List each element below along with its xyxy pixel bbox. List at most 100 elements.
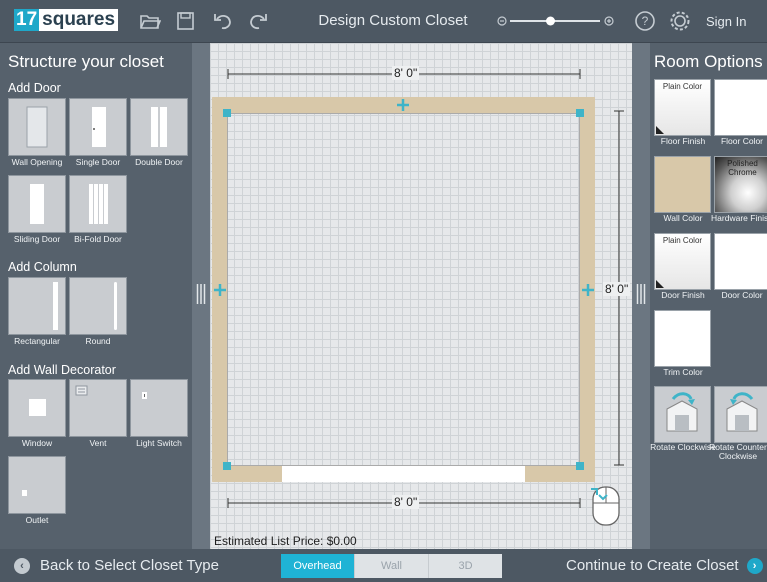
- tile-bi-fold-door[interactable]: Bi-Fold Door: [69, 175, 127, 244]
- rotate-clockwise-button[interactable]: [654, 386, 711, 443]
- panel-title: Structure your closet: [8, 52, 164, 71]
- rotate-clockwise-label: Rotate Clockwise: [650, 442, 716, 452]
- rectangular-column-icon: [53, 282, 58, 330]
- swatch-caption: Plain Color: [662, 236, 703, 245]
- tile-outlet[interactable]: Outlet: [8, 456, 66, 525]
- door-finish-label: Door Finish: [661, 290, 705, 300]
- door-color-label: Door Color: [721, 290, 763, 300]
- zoom-thumb: [546, 16, 555, 26]
- tile-light-switch[interactable]: Light Switch: [130, 379, 188, 448]
- tile-round-column[interactable]: Round: [69, 277, 127, 346]
- rotate-counter-clockwise-icon: [726, 392, 758, 432]
- wall-color-label: Wall Color: [663, 213, 703, 223]
- tile-label: Round: [85, 336, 111, 346]
- tile-vent[interactable]: Vent: [69, 379, 127, 448]
- light-switch-icon: [142, 392, 147, 399]
- right-wall-plus-icon[interactable]: [582, 284, 594, 296]
- section-add-door: Add Door: [8, 81, 61, 95]
- rotate-clockwise-icon: [666, 392, 698, 432]
- top-wall-plus-icon[interactable]: [397, 99, 409, 111]
- tile-double-door[interactable]: Double Door: [130, 98, 188, 167]
- tab-wall[interactable]: Wall: [354, 554, 428, 578]
- single-door-icon: [92, 107, 106, 147]
- trim-color-swatch[interactable]: [654, 310, 711, 367]
- logo-number: 17: [14, 9, 40, 31]
- logo[interactable]: 17 squares: [14, 9, 119, 31]
- room-floor: [227, 113, 580, 466]
- section-add-column: Add Column: [8, 260, 77, 274]
- svg-text:?: ?: [642, 14, 649, 28]
- floor-color-label: Floor Color: [720, 136, 764, 146]
- tile-window[interactable]: Window: [8, 379, 66, 448]
- page-title: Design Custom Closet: [318, 12, 468, 29]
- tile-wall-opening[interactable]: Wall Opening: [8, 98, 66, 167]
- sliding-door-icon: [30, 184, 44, 224]
- bottom-dimension-label: 8' 0": [392, 495, 420, 509]
- tile-single-door[interactable]: Single Door: [69, 98, 127, 167]
- mouse-rotate-icon: [591, 486, 620, 526]
- zoom-out-icon: [497, 16, 507, 26]
- tile-sliding-door[interactable]: Sliding Door: [8, 175, 66, 244]
- window-icon: [29, 399, 46, 416]
- floor-finish-swatch[interactable]: Plain Color: [654, 79, 711, 136]
- right-panel-handle-icon[interactable]: [636, 283, 646, 305]
- wall-opening[interactable]: [282, 466, 525, 482]
- zoom-slider[interactable]: [496, 14, 616, 28]
- trim-color-label: Trim Color: [663, 367, 703, 377]
- right-dimension-label: 8' 0": [603, 282, 631, 296]
- design-canvas[interactable]: 8' 0" 8' 0" 8' 0" Estimated List Price: …: [210, 43, 632, 549]
- bi-fold-door-icon: [89, 184, 108, 224]
- floor-finish-label: Floor Finish: [660, 136, 706, 146]
- tab-3d[interactable]: 3D: [428, 554, 502, 578]
- tile-label: Bi-Fold Door: [74, 234, 122, 244]
- settings-gear-icon[interactable]: [668, 10, 692, 32]
- left-wall-plus-icon[interactable]: [214, 284, 226, 296]
- hardware-finish-label: Hardware Finish: [711, 213, 767, 223]
- redo-icon[interactable]: [247, 11, 269, 31]
- open-folder-icon[interactable]: [139, 11, 161, 31]
- view-toggle: Overhead Wall 3D: [281, 554, 502, 578]
- door-finish-swatch[interactable]: Plain Color: [654, 233, 711, 290]
- hardware-finish-swatch[interactable]: Polished Chrome: [714, 156, 767, 213]
- outlet-icon: [22, 490, 27, 496]
- chevron-left-icon: ‹: [14, 557, 30, 574]
- tile-label: Double Door: [135, 157, 183, 167]
- tile-rectangular-column[interactable]: Rectangular: [8, 277, 66, 346]
- wall-color-swatch[interactable]: [654, 156, 711, 213]
- structure-panel: Structure your closet Add Door Wall Open…: [0, 43, 192, 549]
- tile-label: Outlet: [25, 515, 49, 525]
- tile-label: Light Switch: [136, 438, 182, 448]
- swatch-caption: Polished Chrome: [727, 159, 758, 177]
- help-icon[interactable]: ?: [633, 10, 657, 32]
- top-dimension-label: 8' 0": [392, 66, 420, 80]
- double-door-icon: [151, 107, 167, 147]
- sign-in-link[interactable]: Sign In: [706, 14, 746, 29]
- top-toolbar: 17 squares Design Custom Closet ? Sign I…: [0, 0, 767, 43]
- corner-node[interactable]: [576, 109, 584, 117]
- save-icon[interactable]: [175, 11, 197, 31]
- estimated-price: Estimated List Price: $0.00: [214, 534, 357, 548]
- room-options-panel: Room Options Plain Color Floor Finish Fl…: [650, 43, 767, 549]
- corner-node[interactable]: [223, 109, 231, 117]
- undo-icon[interactable]: [212, 11, 234, 31]
- left-panel-handle-icon[interactable]: [196, 283, 206, 305]
- wall-opening-icon: [26, 106, 48, 148]
- bottom-bar: ‹ Back to Select Closet Type Overhead Wa…: [0, 549, 767, 582]
- rotate-counter-clockwise-button[interactable]: [714, 386, 767, 443]
- back-label: Back to Select Closet Type: [40, 557, 219, 574]
- section-add-wall-decorator: Add Wall Decorator: [8, 363, 116, 377]
- corner-indicator-icon: [656, 280, 664, 288]
- back-button[interactable]: ‹ Back to Select Closet Type: [14, 557, 219, 574]
- panel-title: Room Options: [654, 52, 763, 71]
- corner-node[interactable]: [223, 462, 231, 470]
- corner-indicator-icon: [656, 126, 664, 134]
- door-color-swatch[interactable]: [714, 233, 767, 290]
- swatch-caption: Plain Color: [662, 82, 703, 91]
- tab-overhead[interactable]: Overhead: [281, 554, 354, 578]
- logo-word: squares: [39, 9, 119, 31]
- rotate-counter-clockwise-label: Rotate Counter Clockwise: [709, 442, 767, 461]
- chevron-right-icon: ›: [746, 557, 763, 574]
- corner-node[interactable]: [576, 462, 584, 470]
- continue-button[interactable]: Continue to Create Closet ›: [566, 557, 763, 574]
- floor-color-swatch[interactable]: [714, 79, 767, 136]
